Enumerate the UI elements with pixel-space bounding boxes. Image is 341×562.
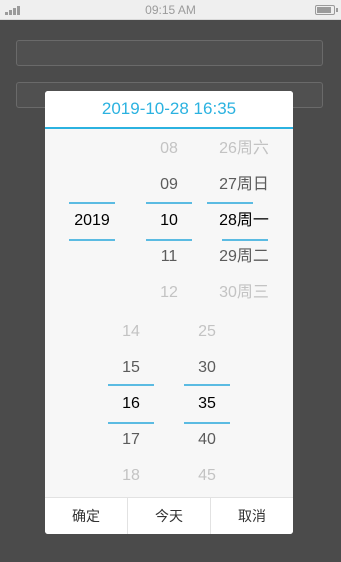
minute-option[interactable]: 40 [184, 430, 230, 450]
minute-option[interactable]: 30 [184, 358, 230, 378]
selection-line-bottom [222, 239, 268, 241]
month-option[interactable]: 09 [146, 175, 192, 195]
battery-icon [315, 5, 338, 15]
day-option[interactable]: 29周二 [212, 247, 276, 267]
selection-line-top [207, 202, 253, 204]
month-option[interactable]: 08 [146, 139, 192, 159]
day-option[interactable]: 26周六 [212, 139, 276, 159]
minute-option-selected[interactable]: 35 [184, 394, 230, 414]
selection-line-bottom [146, 239, 192, 241]
selection-line-top [69, 202, 115, 204]
day-column[interactable]: 26周六 27周日 28周一 29周二 30周三 [207, 139, 276, 309]
minute-option[interactable]: 25 [184, 322, 230, 342]
datetime-picker-dialog: 2019-10-28 16:35 2019 08 09 10 11 12 26周… [45, 91, 293, 534]
month-option-selected[interactable]: 10 [146, 211, 192, 231]
hour-option[interactable]: 17 [108, 430, 154, 450]
today-button[interactable]: 今天 [128, 498, 211, 534]
status-time: 09:15 AM [145, 3, 196, 17]
confirm-button[interactable]: 确定 [45, 498, 128, 534]
status-bar: 09:15 AM [0, 0, 341, 20]
cancel-button[interactable]: 取消 [211, 498, 293, 534]
selection-line-top [108, 384, 154, 386]
minute-column[interactable]: 25 30 35 40 45 [184, 322, 230, 492]
minute-option[interactable]: 45 [184, 466, 230, 486]
day-option[interactable]: 27周日 [212, 175, 276, 195]
year-option-selected[interactable]: 2019 [69, 211, 115, 231]
selection-line-bottom [184, 422, 230, 424]
month-option[interactable]: 12 [146, 283, 192, 303]
selection-line-bottom [108, 422, 154, 424]
hour-column[interactable]: 14 15 16 17 18 [108, 322, 154, 492]
hour-option-selected[interactable]: 16 [108, 394, 154, 414]
selection-line-bottom [69, 239, 115, 241]
year-column[interactable]: 2019 [69, 202, 115, 242]
selection-line-top [184, 384, 230, 386]
background-input-1 [16, 40, 323, 66]
hour-option[interactable]: 14 [108, 322, 154, 342]
hour-option[interactable]: 18 [108, 466, 154, 486]
selection-line-top [146, 202, 192, 204]
month-option[interactable]: 11 [146, 247, 192, 267]
month-column[interactable]: 08 09 10 11 12 [146, 139, 192, 309]
day-option-selected[interactable]: 28周一 [212, 211, 276, 231]
picker-footer: 确定 今天 取消 [45, 497, 293, 534]
day-option[interactable]: 30周三 [212, 283, 276, 303]
hour-option[interactable]: 15 [108, 358, 154, 378]
picker-header: 2019-10-28 16:35 [45, 91, 293, 129]
